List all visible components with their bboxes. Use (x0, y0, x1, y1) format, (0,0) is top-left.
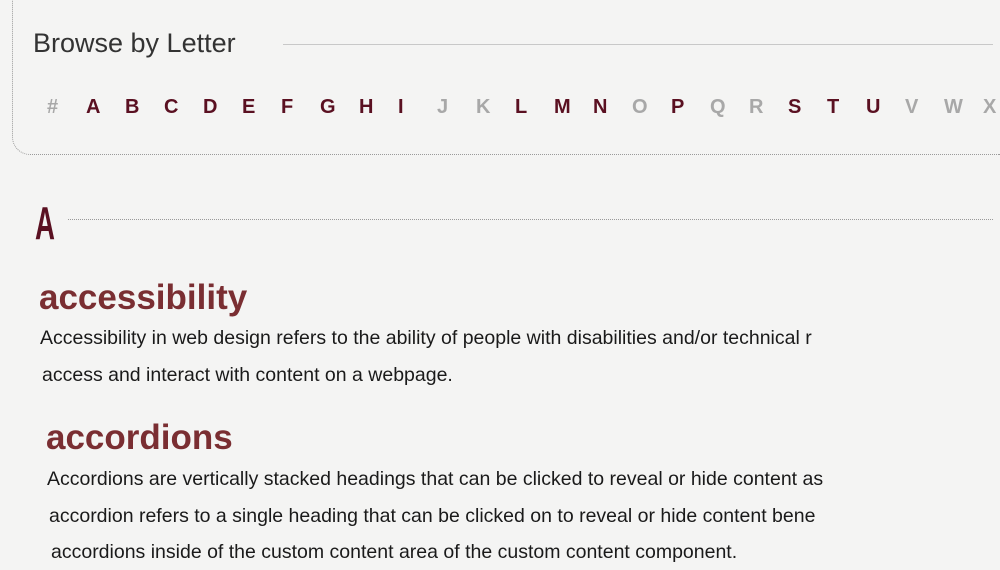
term-definition-line: accordions inside of the custom content … (51, 541, 738, 563)
letter-link-h[interactable]: H (359, 96, 398, 119)
letter-link-g[interactable]: G (320, 96, 359, 119)
term-definition-line: accordion refers to a single heading tha… (49, 505, 816, 527)
letter-link-k: K (476, 96, 491, 118)
term-definition-line: Accessibility in web design refers to th… (40, 327, 812, 349)
letter-link-c[interactable]: C (164, 96, 203, 119)
section-letter-heading: A (35, 197, 55, 249)
browse-title: Browse by Letter (33, 28, 236, 58)
letter-link-r: R (749, 96, 764, 118)
letter-link-s[interactable]: S (788, 96, 827, 119)
browse-by-letter-panel (12, 0, 1000, 155)
term-definition-line: Accordions are vertically stacked headin… (47, 468, 824, 490)
term-heading-accessibility: accessibility (39, 278, 248, 317)
letter-link-f[interactable]: F (281, 96, 320, 119)
letter-link-a[interactable]: A (86, 96, 125, 119)
letter-link-d[interactable]: D (203, 96, 242, 119)
letter-link-x: X (983, 96, 997, 118)
letter-link-q: Q (710, 96, 726, 118)
letter-link-v: V (905, 96, 919, 118)
letter-link-w: W (944, 96, 963, 118)
letter-link-u[interactable]: U (866, 96, 905, 119)
divider (283, 44, 993, 45)
letter-link-e[interactable]: E (242, 96, 281, 119)
letter-link-n[interactable]: N (593, 96, 632, 119)
letter-link-o: O (632, 96, 648, 118)
letter-link-b[interactable]: B (125, 96, 164, 119)
letter-link-t[interactable]: T (827, 96, 866, 119)
letter-link-j: J (437, 96, 449, 118)
term-definition-line: access and interact with content on a we… (42, 364, 453, 386)
letter-link-p[interactable]: P (671, 96, 710, 119)
term-heading-accordions: accordions (46, 418, 233, 457)
divider (68, 219, 993, 220)
letter-nav: # A B C D E F G H I J K L M N O P Q R S T U V W X (47, 96, 996, 119)
letter-link-m[interactable]: M (554, 96, 593, 119)
letter-link-l[interactable]: L (515, 96, 554, 119)
letter-link-i[interactable]: I (398, 96, 437, 119)
letter-link-hash: # (47, 96, 59, 118)
